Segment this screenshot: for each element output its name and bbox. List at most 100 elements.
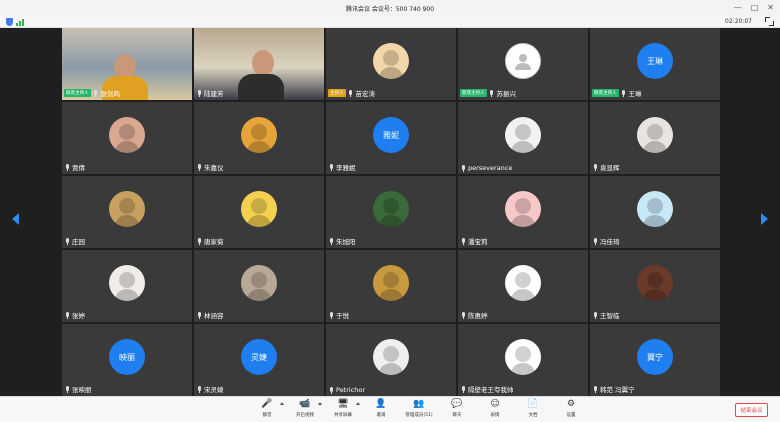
participant-name: 朱旭阳 [336, 238, 356, 246]
participant-tile[interactable]: 朱旭阳 [326, 176, 456, 248]
toolbar-buttons: 🎤 静音 📹 开启视频 🖥 共享屏幕 👤 邀请 👥 管理成员(51) 💬 聊天 ☺ 表情 📄 文档 ⚙ 设置 [250, 399, 588, 421]
avatar-illustration [511, 124, 535, 153]
participant-tile[interactable]: 王琳 联席主持人 王琳 [590, 28, 720, 100]
default-user-avatar [505, 43, 541, 79]
dark-portrait-avatar [637, 265, 673, 301]
avatar-illustration [643, 272, 667, 301]
meeting-status-bar: 02:20:07 [0, 16, 780, 28]
microphone-icon [489, 89, 495, 97]
window-title: 腾讯会议 会议号：500 740 900 [345, 6, 435, 13]
sloth-avatar [373, 265, 409, 301]
participant-name: 张婷 [72, 312, 85, 320]
anime-boy-avatar [505, 117, 541, 153]
document-button[interactable]: 📄 文档 [516, 399, 550, 421]
avatar-illustration [115, 198, 139, 227]
participant-tile[interactable]: 于悦 [326, 250, 456, 322]
end-meeting-button[interactable]: 结束会议 [735, 403, 768, 417]
maximize-button[interactable]: □ [751, 3, 759, 12]
shield-icon[interactable] [6, 18, 13, 26]
participant-tile[interactable]: Petrichor [326, 324, 456, 396]
microphone-icon [196, 237, 202, 245]
participant-tile[interactable]: 灵婕 宋灵婕 [194, 324, 324, 396]
avatar-illustration [379, 272, 403, 301]
avatar-illustration [379, 346, 403, 375]
participant-tile[interactable]: 冯佳琦 [590, 176, 720, 248]
participant-tile[interactable]: 陈惠婷 [458, 250, 588, 322]
invite-icon: 👤 [375, 399, 387, 409]
photo-avatar [241, 265, 277, 301]
participant-tile[interactable]: 陆建芳 [194, 28, 324, 100]
participant-tile[interactable]: 庄园 [62, 176, 192, 248]
members-button[interactable]: 👥 管理成员(51) [402, 399, 436, 421]
avatar-illustration [247, 124, 271, 153]
emoji-button[interactable]: ☺ 表情 [478, 399, 512, 421]
toolbar-label: 管理成员(51) [405, 413, 433, 418]
participant-tile[interactable]: 映丽 张映丽 [62, 324, 192, 396]
participant-name: 隔壁老王夸我帅 [468, 386, 514, 394]
participant-tile[interactable]: 潘宝莉 [458, 176, 588, 248]
previous-page-arrow-icon[interactable] [12, 213, 19, 225]
participant-name-bar: 庄园 [64, 236, 85, 246]
participant-name-bar: 联席主持人 王琳 [592, 88, 642, 98]
participant-name: 张映丽 [72, 386, 92, 394]
participant-tile[interactable]: 翼宁 韩范 冯翼宁 [590, 324, 720, 396]
emoji-icon: ☺ [490, 399, 500, 409]
signal-strength-icon[interactable] [16, 18, 24, 26]
meeting-toolbar: 🎤 静音 📹 开启视频 🖥 共享屏幕 👤 邀请 👥 管理成员(51) 💬 聊天 ☺ 表情 📄 文档 ⚙ 设置 结束… [0, 396, 780, 422]
participant-name-bar: Petrichor [328, 386, 365, 394]
participant-tile[interactable]: 王智临 [590, 250, 720, 322]
participant-tile[interactable]: 隔壁老王夸我帅 [458, 324, 588, 396]
chat-button[interactable]: 💬 聊天 [440, 399, 474, 421]
participant-tile[interactable]: 袁显辉 [590, 102, 720, 174]
avatar-illustration [379, 50, 403, 79]
participant-tile[interactable]: perseverance [458, 102, 588, 174]
video-camera-button[interactable]: 📹 开启视频 [288, 399, 322, 421]
participant-name: 韩范 冯翼宁 [600, 386, 635, 394]
participant-tile[interactable]: 雅妮 李雅妮 [326, 102, 456, 174]
participant-tile[interactable]: 唐家菊 [194, 176, 324, 248]
close-button[interactable]: ✕ [767, 3, 774, 12]
next-page-arrow-icon[interactable] [761, 213, 768, 225]
toolbar-label: 开启视频 [296, 413, 314, 418]
invite-button[interactable]: 👤 邀请 [364, 399, 398, 421]
participant-tile[interactable]: 朱嘉仪 [194, 102, 324, 174]
caret-up-icon[interactable] [280, 402, 284, 405]
participant-name: 王琳 [628, 90, 642, 98]
microphone-icon [64, 385, 70, 393]
caret-up-icon[interactable] [356, 402, 360, 405]
members-icon: 👥 [413, 399, 425, 409]
participant-tile[interactable]: 主持人 苗宏涛 [326, 28, 456, 100]
participant-name: 冯佳琦 [600, 238, 620, 246]
participant-tile[interactable]: 张婷 [62, 250, 192, 322]
toolbar-label: 共享屏幕 [334, 413, 352, 418]
caret-up-icon[interactable] [318, 402, 322, 405]
microphone-icon [460, 385, 466, 393]
participant-tile[interactable]: 联席主持人 苏振兴 [458, 28, 588, 100]
share-screen-button[interactable]: 🖥 共享屏幕 [326, 399, 360, 421]
participant-name-bar: 联席主持人 苏振兴 [460, 88, 516, 98]
participant-tile[interactable]: 联席主持人 张剑鸣 [62, 28, 192, 100]
fullscreen-icon[interactable] [765, 17, 774, 26]
microphone-button[interactable]: 🎤 静音 [250, 399, 284, 421]
participant-name: 宋灵婕 [204, 386, 224, 394]
participant-tile[interactable]: 贾倩 [62, 102, 192, 174]
minimize-button[interactable]: — [734, 3, 742, 12]
participant-name: 苏振兴 [496, 90, 517, 98]
microphone-icon [196, 163, 202, 171]
participant-name-bar: 陈惠婷 [460, 310, 488, 320]
microphone-icon [348, 89, 354, 97]
microphone-icon [93, 89, 99, 97]
text-avatar: 雅妮 [373, 117, 409, 153]
title-bar: 腾讯会议 会议号：500 740 900 — □ ✕ [0, 0, 780, 16]
microphone-icon [460, 237, 466, 245]
avatar-illustration [115, 272, 139, 301]
video-stage: 联席主持人 张剑鸣 陆建芳 主持人 苗宏涛 联席主持人 苏振兴 王琳 联席主持人 王琳 贾倩 朱嘉仪雅… [0, 28, 780, 396]
participant-grid: 联席主持人 张剑鸣 陆建芳 主持人 苗宏涛 联席主持人 苏振兴 王琳 联席主持人 王琳 贾倩 朱嘉仪雅… [62, 28, 720, 396]
participant-name: 苗宏涛 [355, 90, 376, 98]
settings-button[interactable]: ⚙ 设置 [554, 399, 588, 421]
participant-tile[interactable]: 林涵容 [194, 250, 324, 322]
microphone-icon [196, 89, 202, 97]
participant-name-bar: 隔壁老王夸我帅 [460, 384, 514, 394]
person-body-shape [238, 74, 284, 100]
participant-name-bar: 潘宝莉 [460, 236, 488, 246]
